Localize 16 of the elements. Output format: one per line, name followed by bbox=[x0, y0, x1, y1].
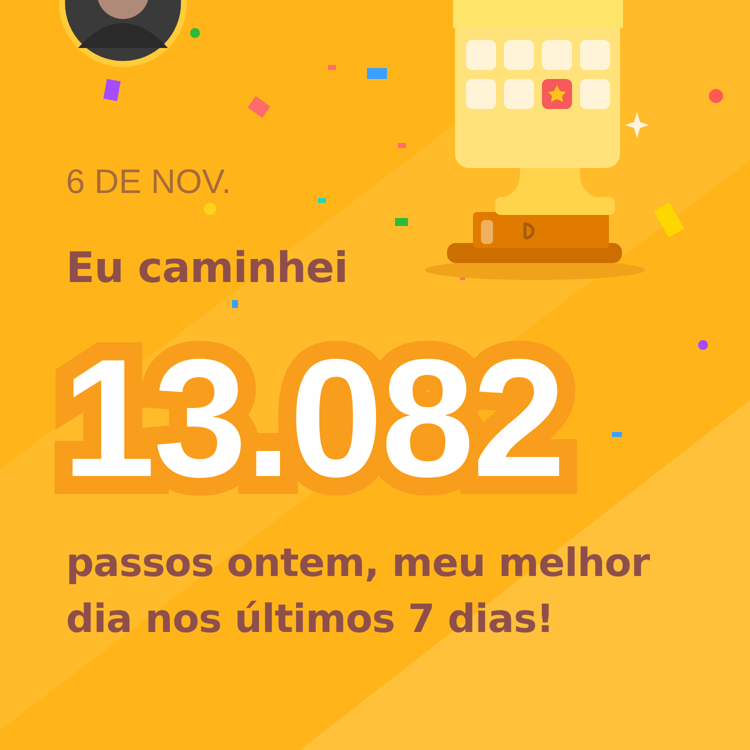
confetti-piece bbox=[190, 28, 200, 38]
caption-text: passos ontem, meu melhor dia nos últimos 7 dias! bbox=[66, 540, 651, 644]
confetti-piece bbox=[204, 203, 216, 215]
confetti-piece bbox=[395, 218, 408, 226]
confetti-piece bbox=[709, 89, 723, 103]
confetti-piece bbox=[232, 300, 238, 308]
confetti-piece bbox=[328, 65, 336, 70]
confetti-piece bbox=[698, 340, 708, 350]
step-count: 13.082 bbox=[62, 334, 564, 502]
confetti-piece bbox=[398, 143, 406, 148]
date-label: 6 DE NOV. bbox=[66, 164, 232, 202]
confetti-piece bbox=[103, 78, 121, 102]
headline-text: Eu caminhei bbox=[66, 245, 348, 292]
confetti-piece bbox=[318, 198, 326, 203]
confetti-piece bbox=[367, 68, 387, 79]
confetti-piece bbox=[612, 432, 622, 437]
